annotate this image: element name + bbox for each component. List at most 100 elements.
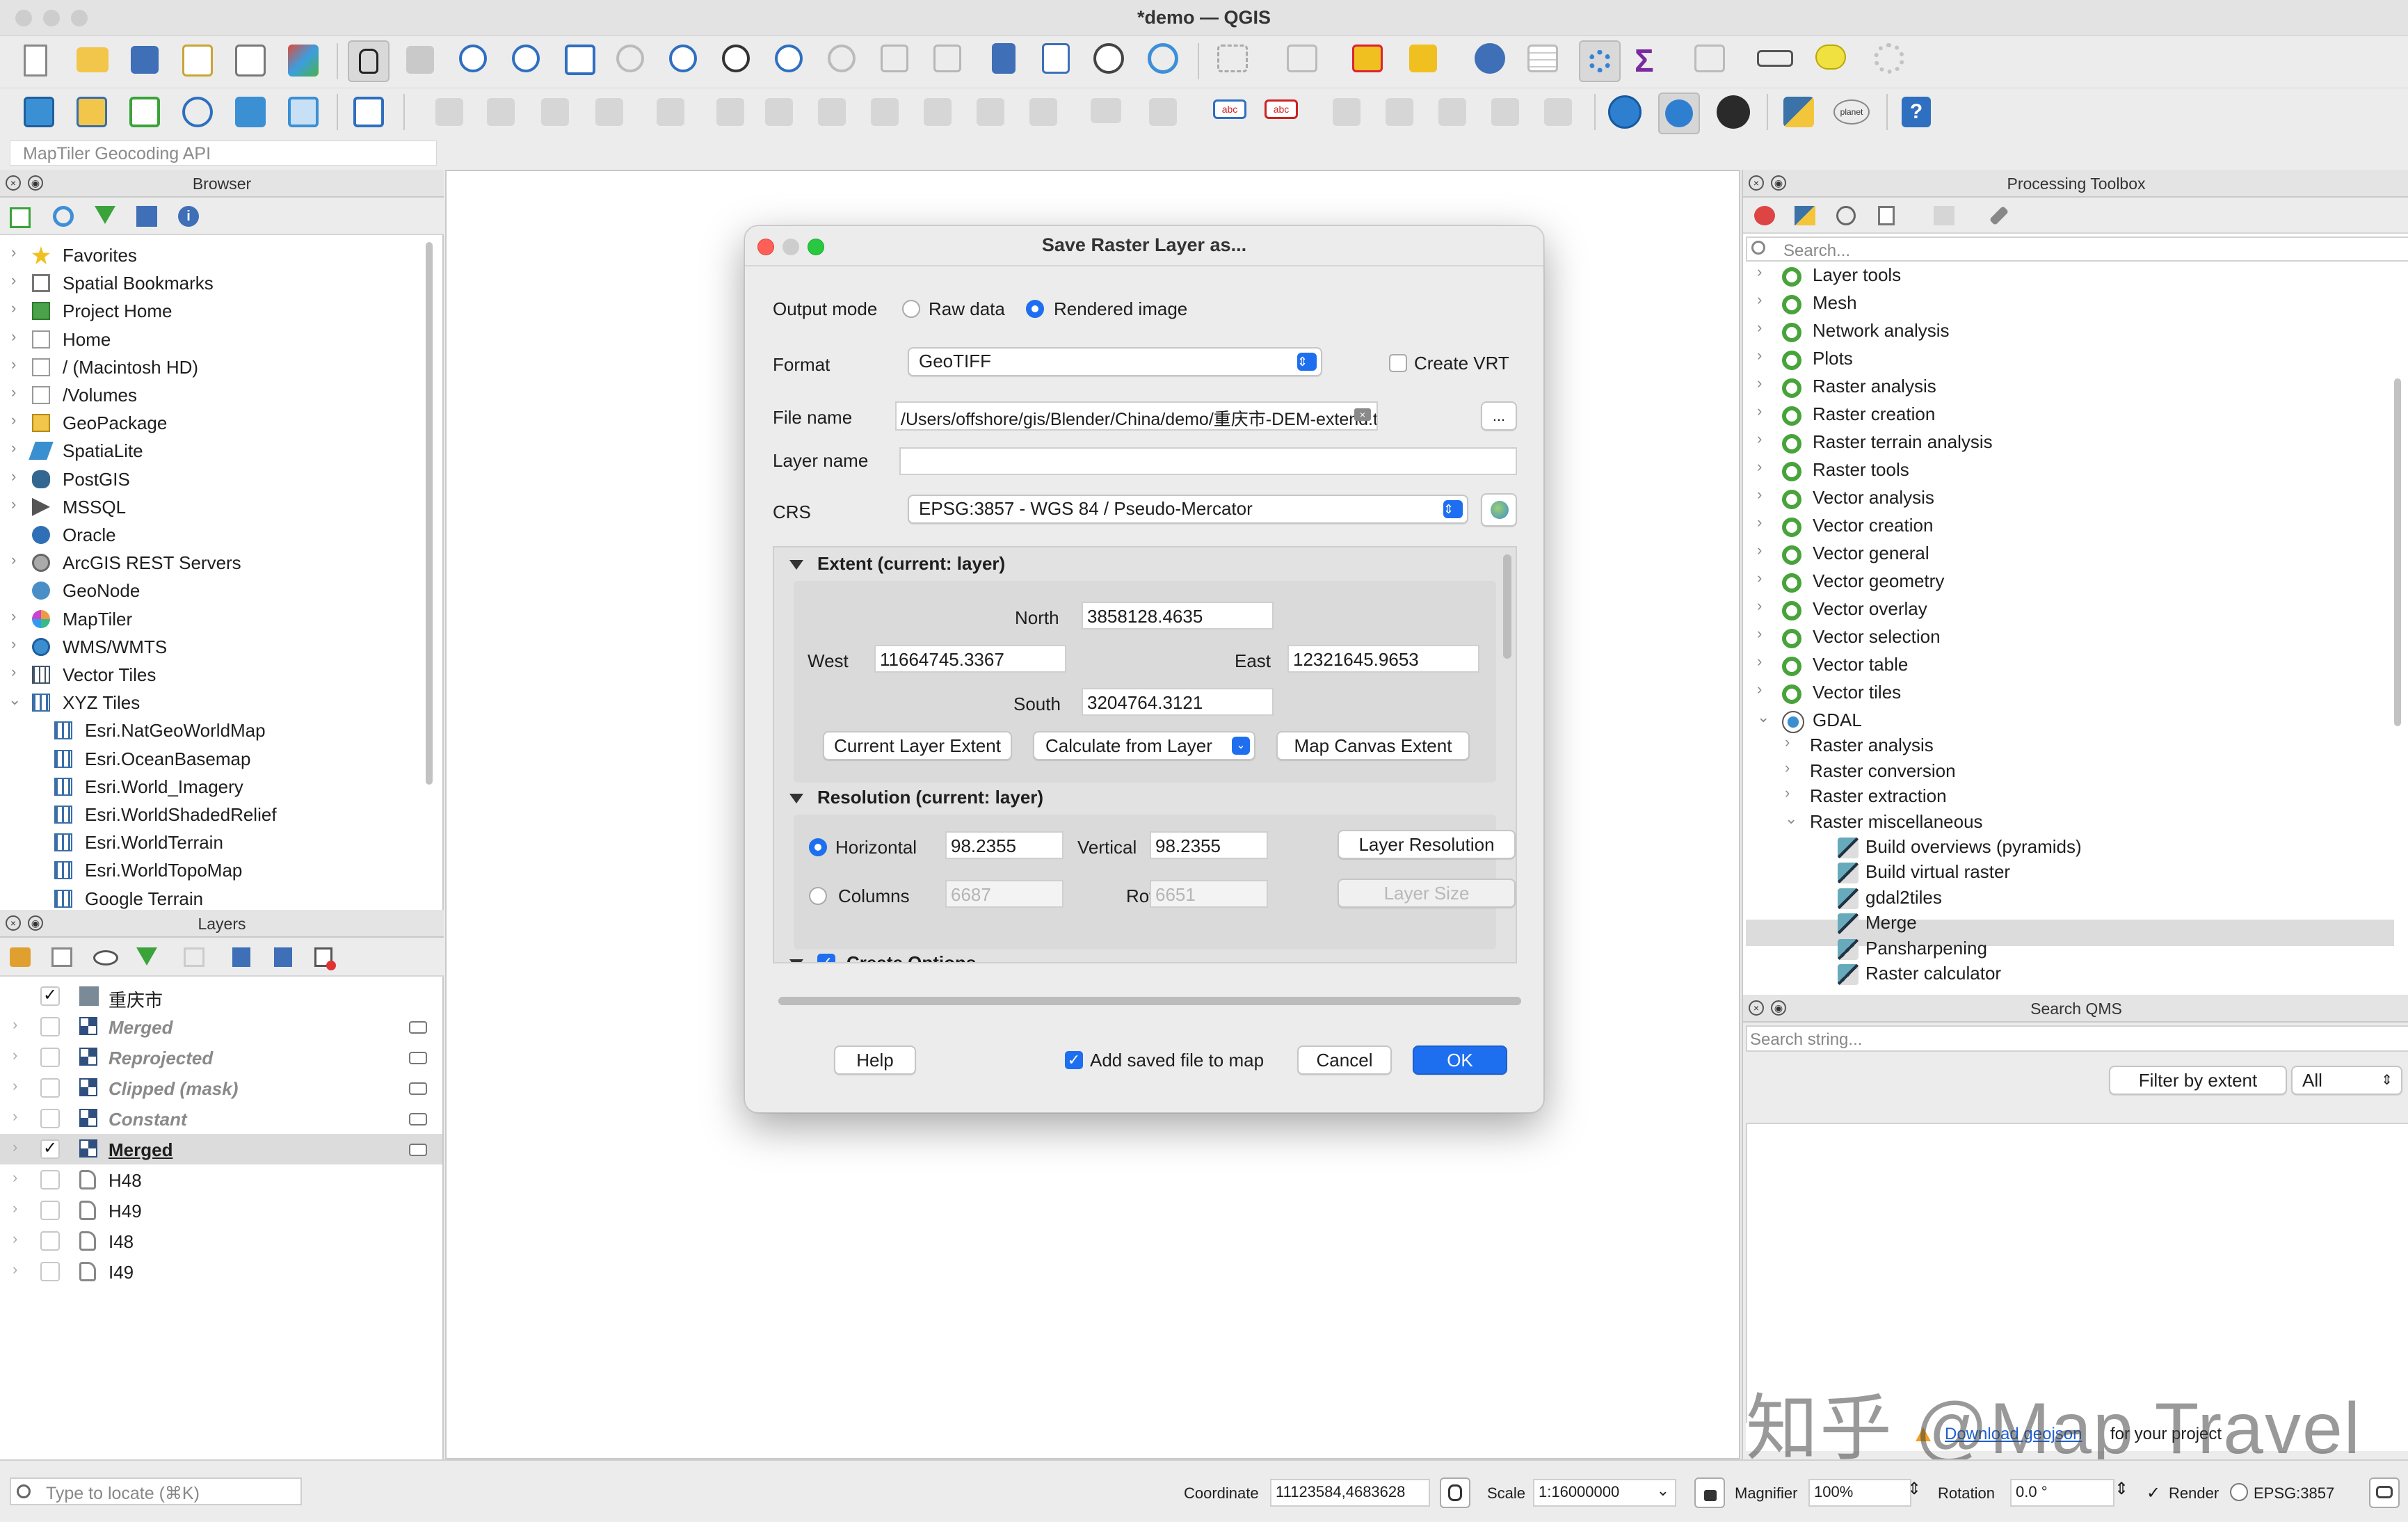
temporal-controller-icon[interactable] [1093,43,1124,74]
toolbox-item-label[interactable]: Raster tools [1813,459,1909,481]
calculate-from-layer-button[interactable]: Calculate from Layer ⌄ [1033,731,1255,760]
horizontal-radio[interactable] [809,838,827,856]
layer-visibility-checkbox[interactable] [40,1017,60,1036]
new-virtual-layer-icon[interactable] [288,97,319,127]
layer-visibility-checkbox[interactable] [40,1078,60,1098]
collapse-arrow-icon[interactable] [789,560,803,570]
new-geopackage-layer-icon[interactable] [77,97,107,127]
lock-scale-icon[interactable] [1694,1477,1725,1508]
browser-item-label[interactable]: WMS/WMTS [63,636,167,658]
east-input[interactable]: 12321645.9653 [1287,645,1479,673]
collapse-arrow-icon[interactable]: ⌄ [1757,708,1769,726]
zoom-to-selection-icon[interactable] [616,45,644,72]
browser-item-label[interactable]: Esri.OceanBasemap [85,748,250,770]
layer-visibility-checkbox[interactable] [40,1048,60,1067]
layer-visibility-checkbox[interactable] [40,1231,60,1251]
expand-arrow-icon[interactable]: › [1785,784,1790,802]
select-by-location-icon[interactable] [1352,45,1383,72]
toolbox-item-label[interactable]: Mesh [1813,292,1857,314]
toolbox-item-label[interactable]: GDAL [1813,710,1862,731]
copy-features-icon[interactable] [871,98,899,126]
vertical-input[interactable]: 98.2355 [1150,831,1268,859]
layer-size-button[interactable]: Layer Size [1338,879,1516,908]
qms-web-icon[interactable] [1608,95,1642,129]
rotation-stepper[interactable]: ⇕ [2114,1479,2128,1499]
layer-embedded-icon[interactable] [409,1021,427,1034]
browser-item-label[interactable]: Esri.WorldTopoMap [85,860,242,881]
help-button[interactable]: Help [834,1046,916,1075]
map-canvas-extent-button[interactable]: Map Canvas Extent [1276,731,1470,760]
expand-arrow-icon[interactable]: › [1757,263,1762,281]
layer-name-input[interactable] [899,447,1517,475]
map-tips-icon[interactable] [1815,45,1846,70]
help-contents-icon[interactable]: ? [1902,97,1931,127]
layer-visibility-checkbox[interactable] [40,1262,60,1281]
expand-arrow-icon[interactable]: › [13,1169,17,1187]
layer-embedded-icon[interactable] [409,1144,427,1156]
browser-item-label[interactable]: /Volumes [63,385,137,406]
layer-name[interactable]: I48 [109,1231,134,1253]
toolbox-scrollbar[interactable] [2394,378,2401,726]
expand-arrow-icon[interactable]: › [1757,541,1762,559]
new-map-view-icon[interactable] [881,45,908,72]
west-input[interactable]: 11664745.3367 [874,645,1066,673]
browser-item-label[interactable]: GeoPackage [63,412,167,434]
layer-resolution-button[interactable]: Layer Resolution [1338,830,1516,859]
horizontal-input[interactable]: 98.2355 [945,831,1063,859]
filter-by-extent-button[interactable]: Filter by extent [2109,1066,2287,1095]
browser-item-label[interactable]: Project Home [63,301,172,322]
browser-item-label[interactable]: Google Terrain [85,888,203,910]
browser-item-label[interactable]: Esri.WorldTerrain [85,832,223,854]
expand-arrow-icon[interactable]: › [11,383,16,401]
expand-arrow-icon[interactable]: › [1757,291,1762,309]
save-edits-icon[interactable] [541,98,569,126]
new-print-layout-icon[interactable] [182,45,213,77]
expand-arrow-icon[interactable]: › [11,551,16,569]
browser-scrollbar[interactable] [426,242,433,785]
toolbox-item-label[interactable]: Raster creation [1813,403,1935,425]
layer-name[interactable]: Merged [109,1017,172,1039]
zoom-out-icon[interactable] [512,45,540,72]
planet-icon[interactable]: planet [1833,99,1870,125]
browser-item-label[interactable]: ArcGIS REST Servers [63,552,241,574]
history-icon[interactable] [1836,206,1856,225]
browser-item-label[interactable]: Spatial Bookmarks [63,273,214,294]
expand-arrow-icon[interactable]: › [11,411,16,429]
add-selected-layers-icon[interactable] [10,207,31,228]
expand-arrow-icon[interactable]: › [1757,458,1762,476]
toolbox-item-label[interactable]: Vector table [1813,654,1908,675]
toolbox-item-label[interactable]: Vector general [1813,543,1929,564]
expand-arrow-icon[interactable]: › [1757,430,1762,448]
messages-icon[interactable] [2369,1477,2400,1508]
toolbox-item-label[interactable]: Vector tiles [1813,682,1901,703]
toolbox-item-label[interactable]: Merge [1865,912,1917,934]
toggle-editing-icon[interactable] [487,98,515,126]
expand-arrow-icon[interactable]: › [1757,513,1762,531]
expand-arrow-icon[interactable]: › [13,1046,17,1064]
expand-arrow-icon[interactable]: › [1757,597,1762,615]
expand-arrow-icon[interactable]: › [13,1199,17,1217]
raw-data-radio[interactable] [902,300,920,318]
toolbox-item-label[interactable]: Raster analysis [1813,376,1936,397]
measure-line-icon[interactable] [1757,50,1793,67]
browser-item-label[interactable]: GeoNode [63,580,140,602]
toolbox-item-label[interactable]: Raster miscellaneous [1810,811,1983,833]
highlight-pinned-labels-icon[interactable] [1333,98,1360,126]
expand-arrow-icon[interactable]: › [1785,759,1790,777]
clear-field-icon[interactable]: × [1354,408,1371,421]
new-project-icon[interactable] [24,45,47,77]
expand-arrow-icon[interactable]: › [11,495,16,513]
browser-item-label[interactable]: Esri.WorldShadedRelief [85,804,277,826]
columns-input[interactable]: 6687 [945,880,1063,908]
browser-item-label[interactable]: / (Macintosh HD) [63,357,198,378]
expand-arrow-icon[interactable]: › [13,1230,17,1248]
toolbox-item-label[interactable]: Vector creation [1813,515,1933,536]
layer-visibility-checkbox[interactable]: ✓ [40,1139,60,1159]
new-bookmark-icon[interactable] [992,43,1016,74]
edit-features-in-place-icon[interactable] [1934,206,1955,225]
qms-filter-select[interactable]: All ⇕ [2291,1066,2402,1095]
toolbox-item-label[interactable]: Build virtual raster [1865,861,2010,883]
new-3d-map-view-icon[interactable] [933,45,961,72]
layer-name[interactable]: H49 [109,1201,142,1222]
toolbox-item-label[interactable]: Raster analysis [1810,735,1934,756]
